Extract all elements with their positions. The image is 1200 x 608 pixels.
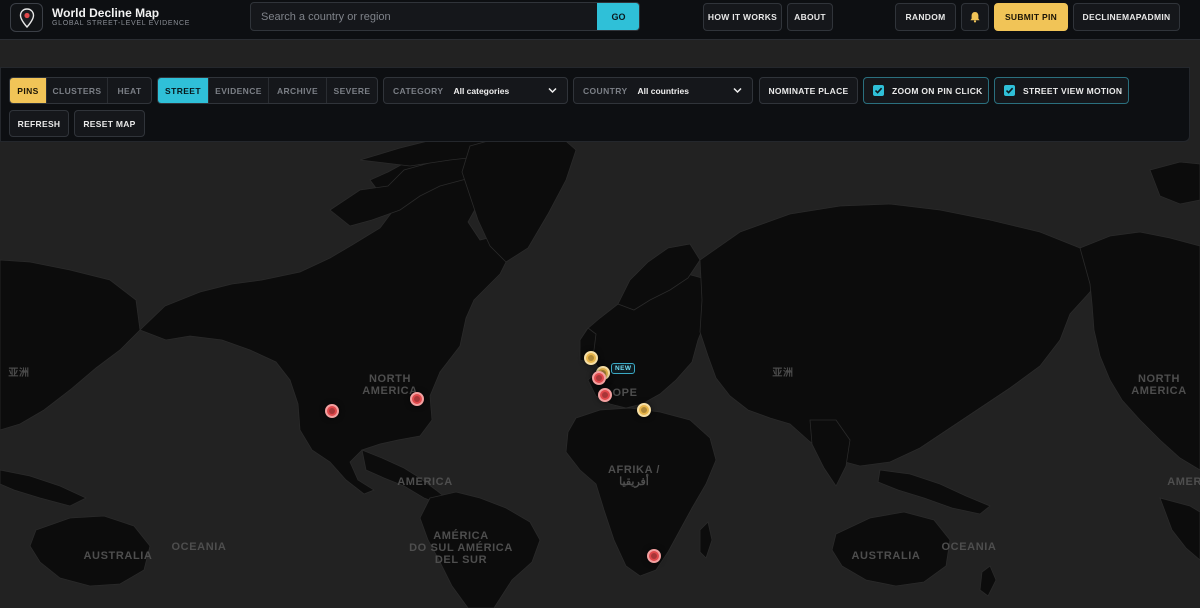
bell-icon	[970, 12, 980, 23]
country-select-value: All countries	[637, 85, 689, 96]
map-pin-mediterranean[interactable]	[598, 388, 612, 402]
map-label-north-america-repeat: NORTH AMERICA	[1131, 373, 1187, 397]
landmass-asia-wrap	[0, 259, 141, 431]
map-label-oceania-left: OCEANIA	[171, 541, 227, 553]
map-label-africa: AFRIKA / أفريقيا	[607, 464, 661, 488]
category-select-value: All categories	[453, 85, 510, 96]
landmass-asia	[699, 203, 1101, 467]
map-label-south-america: AMÉRICA DO SUL AMÉRICA DEL SUR	[409, 530, 513, 566]
logo[interactable]	[10, 3, 43, 32]
map-controls-panel: PINS CLUSTERS HEAT STREET EVIDENCE ARCHI…	[0, 67, 1190, 142]
random-button[interactable]: RANDOM	[895, 3, 956, 31]
landmass-arctic-repeat	[1149, 161, 1200, 205]
refresh-button[interactable]: REFRESH	[9, 110, 69, 137]
country-select[interactable]: COUNTRY All countries	[573, 77, 753, 104]
map-label-australia-right: AUSTRALIA	[851, 550, 921, 562]
checkmark-icon	[1005, 87, 1014, 94]
map-label-asia-right: 亚洲	[772, 368, 794, 379]
map-pin-paris[interactable]	[592, 371, 606, 385]
map-pin-los-angeles[interactable]	[325, 404, 339, 418]
new-badge: NEW	[611, 363, 636, 374]
zoom-on-pin-click-label: ZOOM ON PIN CLICK	[892, 85, 983, 96]
reset-map-button[interactable]: RESET MAP	[74, 110, 145, 137]
about-button[interactable]: ABOUT	[787, 3, 833, 31]
landmass-southeast-asia	[877, 469, 991, 515]
landmass-se-asia-wrap	[0, 469, 87, 507]
top-bar: World Decline Map GLOBAL STREET-LEVEL EV…	[0, 0, 1200, 40]
country-select-label: COUNTRY	[583, 85, 628, 96]
zoom-on-pin-click-checkbox[interactable]	[873, 85, 884, 96]
street-view-motion-toggle[interactable]: STREET VIEW MOTION	[994, 77, 1129, 104]
map-label-oceania-right: OCEANIA	[941, 541, 997, 553]
map-pin-logo-icon	[19, 7, 34, 28]
zoom-on-pin-click-toggle[interactable]: ZOOM ON PIN CLICK	[863, 77, 989, 104]
landmass-south-america-repeat	[1159, 497, 1200, 561]
landmass-africa	[565, 407, 717, 577]
checkmark-icon	[874, 87, 883, 94]
street-view-motion-checkbox[interactable]	[1004, 85, 1015, 96]
landmass-madagascar	[699, 521, 713, 559]
search-bar: GO	[250, 2, 640, 31]
view-mode-heat[interactable]: HEAT	[108, 78, 151, 103]
map-pin-johannesburg[interactable]	[647, 549, 661, 563]
landmass-new-zealand	[979, 565, 997, 597]
chevron-down-icon	[733, 87, 742, 94]
chevron-down-icon	[548, 87, 557, 94]
view-mode-clusters[interactable]: CLUSTERS	[47, 78, 108, 103]
map-label-australia-left: AUSTRALIA	[83, 550, 153, 562]
nominate-place-button[interactable]: NOMINATE PLACE	[759, 77, 858, 104]
user-menu-button[interactable]: DECLINEMAPADMIN	[1073, 3, 1180, 31]
media-type-street[interactable]: STREET	[158, 78, 209, 103]
media-type-archive[interactable]: ARCHIVE	[269, 78, 327, 103]
category-select[interactable]: CATEGORY All categories	[383, 77, 568, 104]
landmass-north-america-repeat	[1079, 231, 1200, 471]
app-title: World Decline Map	[52, 6, 160, 20]
go-button[interactable]: GO	[597, 3, 639, 30]
search-input[interactable]	[251, 3, 597, 30]
landmass-australia	[831, 511, 951, 587]
submit-pin-button[interactable]: SUBMIT PIN	[994, 3, 1068, 31]
how-it-works-button[interactable]: HOW IT WORKS	[703, 3, 782, 31]
notifications-button[interactable]	[961, 3, 989, 31]
map-label-america-repeat: AMERICA	[1167, 476, 1200, 488]
view-mode-toggle: PINS CLUSTERS HEAT	[9, 77, 152, 104]
street-view-motion-label: STREET VIEW MOTION	[1023, 85, 1123, 96]
map-pin-uk[interactable]	[584, 351, 598, 365]
map-label-america: AMERICA	[397, 476, 453, 488]
map-pin-philadelphia[interactable]	[410, 392, 424, 406]
media-type-evidence[interactable]: EVIDENCE	[209, 78, 269, 103]
map-label-asia-left: 亚洲	[8, 368, 30, 379]
app-subtitle: GLOBAL STREET-LEVEL EVIDENCE	[52, 20, 191, 27]
map-label-europe: OPE	[612, 387, 638, 399]
category-select-label: CATEGORY	[393, 85, 444, 96]
media-type-toggle: STREET EVIDENCE ARCHIVE SEVERE	[157, 77, 378, 104]
media-type-severe[interactable]: SEVERE	[327, 78, 377, 103]
view-mode-pins[interactable]: PINS	[10, 78, 47, 103]
map-pin-greece[interactable]	[637, 403, 651, 417]
